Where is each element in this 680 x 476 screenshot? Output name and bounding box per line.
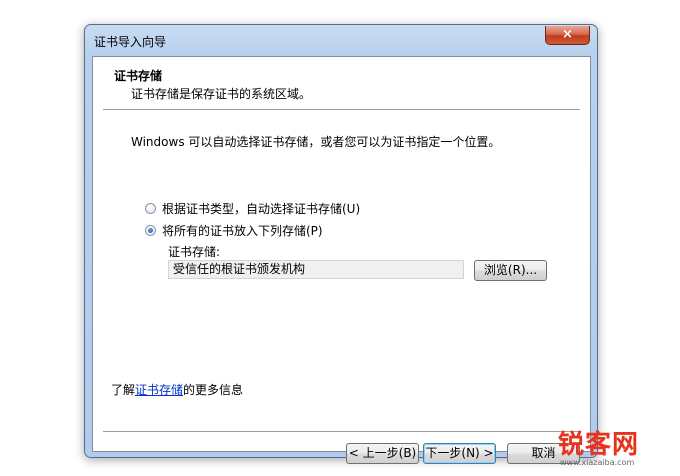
more-info-prefix: 了解 (111, 383, 136, 397)
radio-place-in-store[interactable]: 将所有的证书放入下列存储(P) (145, 222, 323, 238)
store-field: 受信任的根证书颁发机构 (168, 260, 464, 279)
radio-place-in-store-label[interactable]: 将所有的证书放入下列存储(P) (162, 222, 323, 239)
close-button[interactable]: × (545, 26, 590, 45)
more-info-suffix: 的更多信息 (183, 383, 244, 397)
store-label: 证书存储: (168, 245, 221, 259)
watermark-text: 锐客网 (558, 430, 640, 460)
radio-auto-select-label[interactable]: 根据证书类型，自动选择证书存储(U) (162, 200, 360, 217)
wizard-window: 证书导入向导 × 证书存储 证书存储是保存证书的系统区域。 Windows 可以… (84, 24, 598, 464)
page-subtitle: 证书存储是保存证书的系统区域。 (131, 87, 312, 101)
cert-store-link[interactable]: 证书存储 (135, 383, 183, 397)
page-title: 证书存储 (114, 69, 163, 83)
wizard-content: 证书存储 证书存储是保存证书的系统区域。 Windows 可以自动选择证书存储，… (92, 56, 591, 464)
intro-text: Windows 可以自动选择证书存储，或者您可以为证书指定一个位置。 (131, 135, 501, 149)
next-button[interactable]: 下一步(N) > (423, 443, 496, 464)
more-info-text: 了解证书存储的更多信息 (111, 381, 243, 398)
window-title: 证书导入向导 (94, 35, 167, 49)
radio-auto-select-icon[interactable] (145, 202, 156, 214)
footer-divider (103, 431, 580, 433)
title-bar[interactable]: 证书导入向导 × (85, 25, 597, 56)
radio-place-in-store-icon[interactable] (145, 224, 156, 236)
browse-button[interactable]: 浏览(R)... (474, 260, 547, 281)
header-divider (103, 109, 580, 111)
radio-auto-select[interactable]: 根据证书类型，自动选择证书存储(U) (145, 200, 360, 216)
watermark-url: www.xiazaiba.com (560, 458, 635, 467)
back-button[interactable]: < 上一步(B) (346, 443, 419, 464)
watermark-logo: 锐客网 www.xiazaiba.com (558, 420, 676, 472)
